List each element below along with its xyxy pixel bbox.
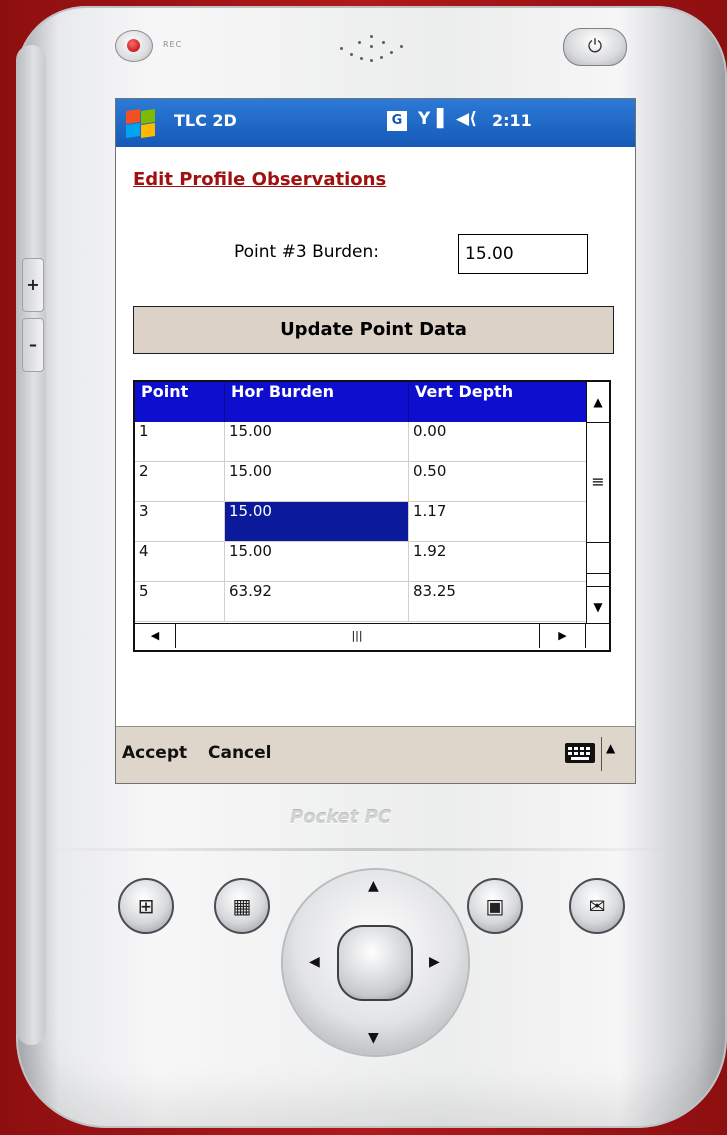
record-button[interactable] [115,30,153,62]
windows-flag-icon[interactable] [124,107,156,139]
windows-logo-icon: ⊞ [137,894,155,918]
cell-hor-burden[interactable]: 15.00 [225,462,409,501]
start-hardware-button[interactable]: ⊞ [118,878,174,934]
nav-up-arrow-icon[interactable]: ▲ [368,878,379,894]
cell-point[interactable]: 3 [135,502,225,541]
column-header-point[interactable]: Point [135,382,225,422]
side-rail [16,45,46,1045]
mail-icon: ✉ [588,894,606,918]
power-icon: ⏻ [587,36,603,57]
cell-vert-depth[interactable]: 0.00 [409,422,589,461]
calendar-icon: ▦ [232,894,252,918]
cell-hor-burden-selected[interactable]: 15.00 [225,502,409,541]
table-row[interactable]: 3 15.00 1.17 [135,502,589,542]
column-header-vert-depth[interactable]: Vert Depth [409,382,589,422]
inbox-hardware-button[interactable]: ✉ [569,878,625,934]
navigation-pad[interactable]: ▲ ▼ ◀ ▶ [283,870,468,1055]
contacts-hardware-button[interactable]: ▣ [467,878,523,934]
column-header-hor-burden[interactable]: Hor Burden [225,382,409,422]
nav-left-arrow-icon[interactable]: ◀ [309,954,320,970]
scroll-grip-icon[interactable]: ≡ [587,462,609,502]
volume-up-button[interactable]: + [22,258,44,312]
signal-icon[interactable]: Y▐ [418,109,443,129]
cell-vert-depth[interactable]: 0.50 [409,462,589,501]
cell-hor-burden[interactable]: 15.00 [225,422,409,461]
speaker-icon[interactable]: ◀⟨ [456,109,477,129]
burden-label: Point #3 Burden: [234,242,379,262]
cell-point[interactable]: 5 [135,582,225,621]
horizontal-scrollbar[interactable]: ◀ ||| ▶ [135,623,609,650]
cell-point[interactable]: 4 [135,542,225,581]
scroll-left-arrow-icon[interactable]: ◀ [135,624,176,648]
update-point-data-button[interactable]: Update Point Data [133,306,614,354]
cell-hor-burden[interactable]: 63.92 [225,582,409,621]
calendar-hardware-button[interactable]: ▦ [214,878,270,934]
speaker-grille [330,25,410,65]
table-row[interactable]: 5 63.92 83.25 [135,582,589,622]
g-badge-icon[interactable]: G [387,111,407,131]
record-label: REC [163,40,183,49]
title-bar: TLC 2D G Y▐ ◀⟨ 2:11 [116,99,635,147]
keyboard-icon[interactable] [565,743,595,763]
brand-logo: Pocket PC [290,807,392,828]
cell-vert-depth[interactable]: 1.92 [409,542,589,581]
cell-vert-depth[interactable]: 83.25 [409,582,589,621]
separator [601,737,602,771]
nav-down-arrow-icon[interactable]: ▼ [368,1030,379,1046]
vertical-scrollbar[interactable]: ▲ ≡ ▼ [586,382,609,627]
scroll-right-arrow-icon[interactable]: ▶ [540,624,586,648]
table-row[interactable]: 4 15.00 1.92 [135,542,589,582]
divider [40,848,690,851]
table-row[interactable]: 1 15.00 0.00 [135,422,589,462]
cell-hor-burden[interactable]: 15.00 [225,542,409,581]
scroll-down-arrow-icon[interactable]: ▼ [587,586,609,627]
burden-input[interactable] [458,234,588,274]
record-icon [127,39,140,52]
menu-bar: Accept Cancel ▲ [116,726,635,783]
cell-point[interactable]: 1 [135,422,225,461]
nav-action-button[interactable] [337,925,413,1001]
cancel-menu-item[interactable]: Cancel [208,743,271,763]
power-button[interactable]: ⏻ [563,28,627,66]
nav-right-arrow-icon[interactable]: ▶ [429,954,440,970]
cell-point[interactable]: 2 [135,462,225,501]
scroll-up-arrow-icon[interactable]: ▲ [587,382,609,423]
clock[interactable]: 2:11 [492,111,532,130]
input-menu-arrow-icon[interactable]: ▲ [606,741,615,755]
contacts-icon: ▣ [485,894,505,918]
table-row[interactable]: 2 15.00 0.50 [135,462,589,502]
observations-grid[interactable]: Point Hor Burden Vert Depth 1 15.00 0.00… [133,380,611,652]
app-title: TLC 2D [174,111,237,130]
scroll-thumb[interactable] [587,542,609,574]
page-title[interactable]: Edit Profile Observations [133,169,386,190]
grid-header: Point Hor Burden Vert Depth [135,382,589,422]
cell-vert-depth[interactable]: 1.17 [409,502,589,541]
screen: TLC 2D G Y▐ ◀⟨ 2:11 Edit Profile Observa… [115,98,636,784]
scroll-grip-icon[interactable]: ||| [175,624,540,648]
volume-down-button[interactable]: – [22,318,44,372]
accept-menu-item[interactable]: Accept [122,743,187,763]
